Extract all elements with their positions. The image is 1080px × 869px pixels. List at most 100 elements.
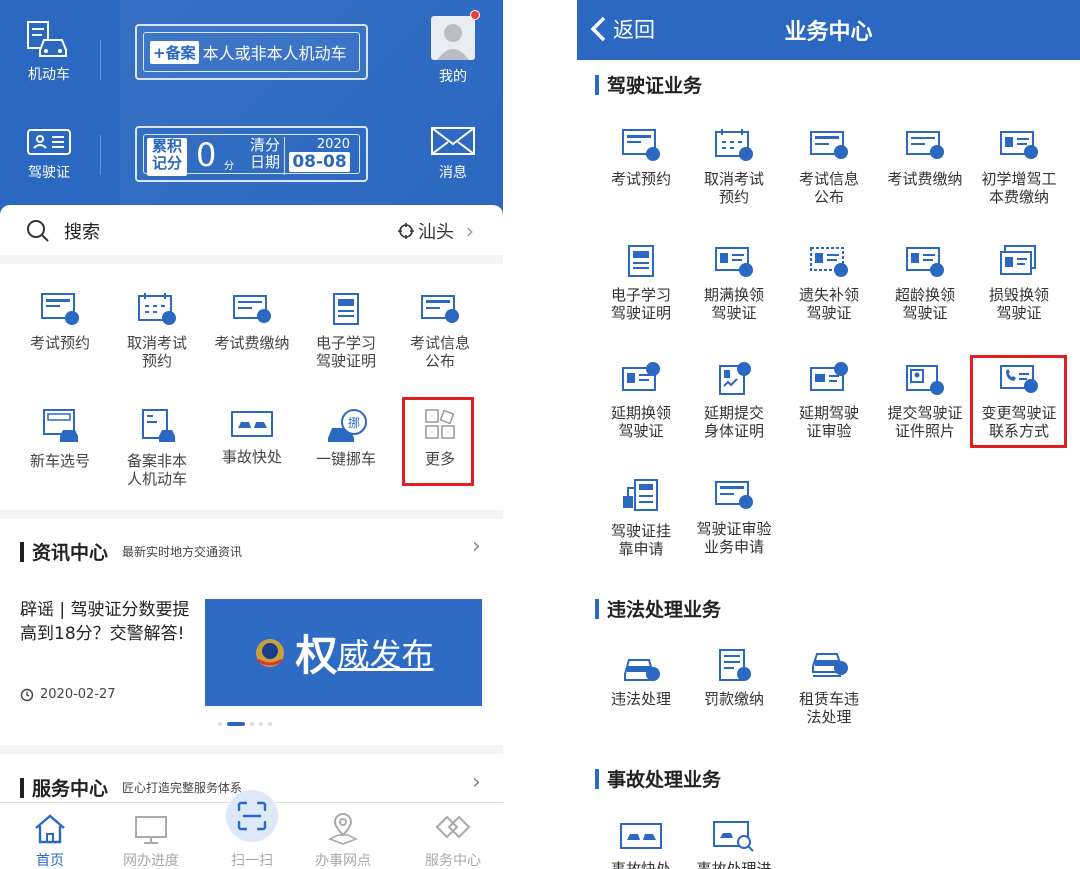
city-selector[interactable]: 汕头 — [418, 218, 454, 244]
home-icon — [35, 814, 65, 844]
service-section-header[interactable]: 服务中心 匠心打造完整服务体系 — [20, 774, 242, 801]
clear-date: 08-08 — [289, 152, 350, 172]
clear-year: 2020 — [316, 137, 350, 152]
home-screen: 机动车 驾驶证 +备案 本人或非本人机动车 累积 记分 0 分 清分 日期 20… — [0, 0, 503, 869]
item-exam-fee[interactable]: 考试费缴纳 — [877, 128, 973, 188]
tab-home[interactable]: 首页 — [10, 850, 90, 869]
item-label: 事故快处 — [610, 860, 671, 869]
license-damaged-icon — [1000, 245, 1036, 275]
item-label: 延期驾驶 证审验 — [798, 404, 859, 440]
item-renew-expiry[interactable]: 期满换领 驾驶证 — [686, 244, 782, 322]
highlight-change-contact — [970, 355, 1067, 448]
item-replace-lost[interactable]: 遗失补领 驾驶证 — [781, 244, 877, 322]
grid-label: 一键挪车 — [315, 450, 376, 468]
item-rental-violation[interactable]: 租赁车违 法处理 — [781, 648, 877, 726]
avatar[interactable] — [431, 16, 475, 60]
item-exam-info[interactable]: 考试信息 公布 — [781, 128, 877, 206]
vehicle-entry[interactable]: 机动车 — [14, 20, 84, 84]
item-defer-health[interactable]: 延期提交 身体证明 — [686, 362, 782, 440]
news-section-header[interactable]: 资讯中心 最新实时地方交通资讯 — [20, 538, 242, 565]
item-renew-damaged[interactable]: 损毁换领 驾驶证 — [971, 244, 1067, 322]
envelope-icon — [431, 127, 475, 155]
item-e-learning[interactable]: 电子学习 驾驶证明 — [593, 244, 689, 322]
e-certificate-icon — [628, 245, 654, 277]
section-accident: 事故处理业务 — [595, 765, 721, 792]
item-label: 驾驶证审验 业务申请 — [696, 520, 772, 556]
grid-register-vehicle[interactable]: 备案非本 人机动车 — [107, 408, 207, 488]
rental-car-icon — [812, 653, 848, 677]
grid-e-learning[interactable]: 电子学习 驾驶证明 — [296, 292, 396, 370]
grid-accident[interactable]: 事故快处 — [202, 408, 302, 466]
grid-exam-info[interactable]: 考试信息 公布 — [390, 292, 490, 370]
page-title: 业务中心 — [784, 20, 873, 45]
item-defer-review[interactable]: 延期驾驶 证审验 — [781, 362, 877, 440]
score-label-1: 累积 — [151, 137, 182, 155]
chevron-right-icon[interactable]: › — [472, 534, 481, 559]
accident-icon — [620, 823, 662, 849]
tab-scan[interactable]: 扫一扫 — [212, 850, 292, 869]
news-title: 资讯中心 — [32, 542, 109, 564]
news-headline[interactable]: 辟谣 | 驾驶证分数要提高到18分？交警解答! — [20, 598, 190, 646]
search-input[interactable]: 搜索 — [64, 218, 100, 244]
grid-new-plate[interactable]: 新车选号 — [10, 408, 110, 470]
mine-label[interactable]: 我的 — [418, 66, 488, 86]
exam-booking-icon — [622, 129, 660, 161]
item-exam-booking[interactable]: 考试预约 — [593, 128, 689, 188]
item-defer-renew[interactable]: 延期换领 驾驶证 — [593, 362, 689, 440]
grid-move-car[interactable]: 挪 一键挪车 — [296, 408, 396, 468]
tab-progress[interactable]: 网办进度 — [111, 850, 191, 869]
item-label: 罚款缴纳 — [703, 690, 764, 708]
license-overage-icon — [906, 247, 944, 277]
exam-info-icon — [421, 295, 459, 323]
item-accident-quick[interactable]: 事故快处 — [593, 820, 689, 869]
score-unit: 分 — [224, 161, 234, 172]
news-date: 2020-02-27 — [40, 687, 116, 702]
item-label: 电子学习 驾驶证明 — [610, 286, 671, 322]
message-entry[interactable]: 消息 — [418, 126, 488, 182]
photo-upload-icon — [906, 365, 944, 395]
section-title: 违法处理业务 — [607, 599, 722, 621]
tab-service[interactable]: 服务中心 — [413, 850, 493, 869]
item-violation[interactable]: 违法处理 — [593, 648, 689, 708]
license-label: 驾驶证 — [28, 165, 70, 181]
score-label-2: 记分 — [151, 154, 182, 172]
item-learner-fee[interactable]: 初学增驾工 本费缴纳 — [971, 128, 1067, 206]
grid-label: 考试费缴纳 — [214, 334, 290, 352]
carousel-indicator — [218, 722, 272, 726]
section-license: 驾驶证业务 — [595, 71, 702, 98]
section-violation: 违法处理业务 — [595, 595, 721, 622]
grid-exam-fee[interactable]: 考试费缴纳 — [202, 292, 302, 352]
item-cancel-exam[interactable]: 取消考试 预约 — [686, 128, 782, 206]
item-label: 初学增驾工 本费缴纳 — [981, 170, 1057, 206]
calendar-cancel-icon — [138, 293, 176, 325]
car-icon — [27, 21, 67, 57]
news-subtitle: 最新实时地方交通资讯 — [122, 545, 243, 559]
register-vehicle-icon — [142, 409, 175, 442]
search-bar[interactable]: 搜索 汕头 › — [0, 208, 503, 253]
score-card[interactable]: 累积 记分 0 分 清分 日期 2020 08-08 — [135, 126, 368, 182]
license-entry[interactable]: 驾驶证 — [14, 128, 84, 182]
news-banner[interactable]: 权 威发布 — [205, 599, 482, 706]
item-review-apply[interactable]: 驾驶证审验 业务申请 — [686, 478, 782, 556]
service-subtitle: 匠心打造完整服务体系 — [122, 781, 243, 795]
item-submit-photo[interactable]: 提交驾驶证 证件照片 — [877, 362, 973, 440]
item-label: 遗失补领 驾驶证 — [798, 286, 859, 322]
grid-exam-booking[interactable]: 考试预约 — [10, 292, 110, 352]
score-value: 0 — [196, 136, 217, 174]
chevron-right-icon: › — [466, 218, 474, 243]
item-label: 考试费缴纳 — [887, 170, 963, 188]
license-review-defer-icon — [810, 362, 848, 391]
tab-outlets[interactable]: 办事网点 — [303, 850, 383, 869]
item-label: 延期换领 驾驶证 — [610, 404, 671, 440]
grid-label: 事故快处 — [221, 448, 282, 466]
monitor-icon — [135, 816, 167, 844]
item-accident-progress[interactable]: 事故处理进 — [686, 820, 782, 869]
item-renew-overage[interactable]: 超龄换领 驾驶证 — [877, 244, 973, 322]
plate-card[interactable]: +备案 本人或非本人机动车 — [135, 24, 368, 80]
chevron-right-icon[interactable]: › — [472, 770, 481, 795]
scan-button[interactable] — [226, 790, 278, 842]
plate-tag: +备案 — [150, 40, 199, 64]
item-affiliation[interactable]: 驾驶证挂 靠申请 — [593, 478, 689, 558]
grid-cancel-exam[interactable]: 取消考试 预约 — [107, 292, 207, 370]
item-fine[interactable]: 罚款缴纳 — [686, 648, 782, 708]
